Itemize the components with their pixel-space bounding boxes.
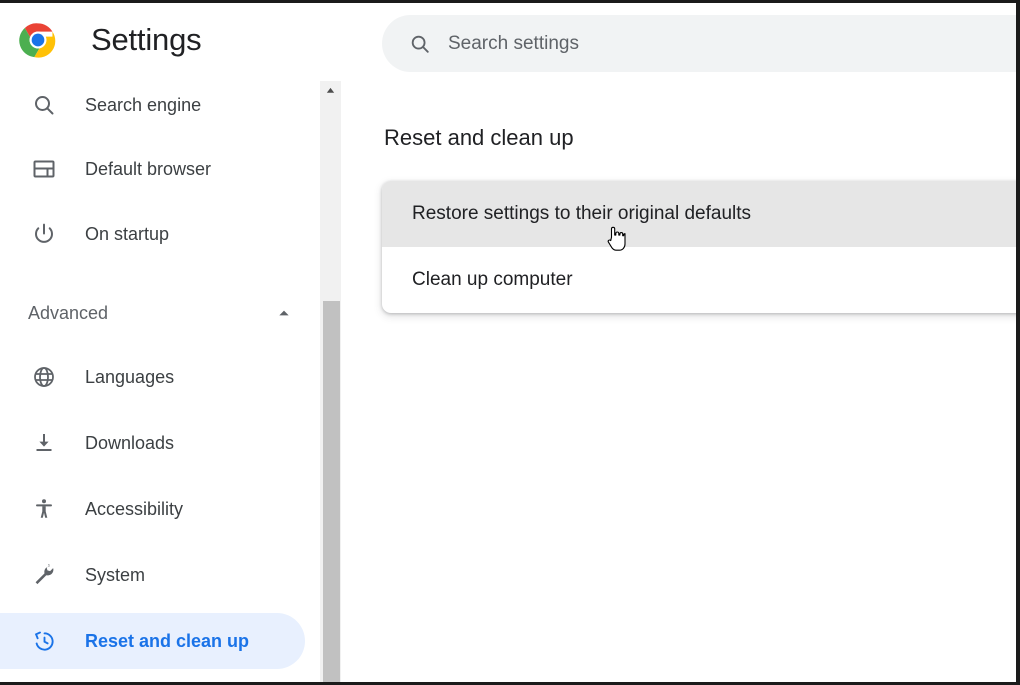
sidebar-item-system[interactable]: System bbox=[0, 547, 305, 603]
search-input[interactable] bbox=[448, 15, 1016, 72]
sidebar-item-downloads[interactable]: Downloads bbox=[0, 415, 305, 471]
brand-header: Settings bbox=[0, 3, 320, 77]
search-bar[interactable] bbox=[382, 15, 1016, 72]
globe-icon bbox=[31, 364, 57, 390]
search-icon bbox=[408, 32, 432, 56]
sidebar-item-accessibility[interactable]: Accessibility bbox=[0, 481, 305, 537]
section-heading: Reset and clean up bbox=[384, 125, 574, 150]
sidebar-item-search-engine[interactable]: Search engine bbox=[0, 77, 305, 133]
history-restore-icon bbox=[31, 628, 57, 654]
search-icon bbox=[31, 92, 57, 118]
sidebar-section-advanced[interactable]: Advanced bbox=[0, 288, 305, 338]
sidebar-item-label: Search engine bbox=[85, 94, 202, 115]
download-icon bbox=[31, 430, 57, 456]
chrome-logo-icon bbox=[18, 20, 58, 60]
power-icon bbox=[31, 221, 57, 247]
sidebar-item-label: Reset and clean up bbox=[85, 630, 250, 651]
sidebar-item-label: Languages bbox=[85, 366, 175, 387]
sidebar-item-languages[interactable]: Languages bbox=[0, 349, 305, 405]
page-title: Settings bbox=[91, 22, 202, 57]
chrome-settings-window: Settings Search engine Default browser O… bbox=[0, 0, 1020, 685]
sidebar-item-label: System bbox=[85, 564, 146, 585]
sidebar-item-label: Downloads bbox=[85, 432, 175, 453]
sidebar-item-default-browser[interactable]: Default browser bbox=[0, 141, 305, 197]
accessibility-icon bbox=[31, 496, 57, 522]
chevron-up-icon[interactable] bbox=[274, 303, 294, 323]
settings-sidebar: Settings Search engine Default browser O… bbox=[0, 3, 320, 682]
sidebar-item-label: On startup bbox=[85, 223, 170, 244]
sidebar-section-label: Advanced bbox=[28, 302, 109, 323]
wrench-icon bbox=[31, 562, 57, 588]
scroll-up-arrow-icon[interactable] bbox=[320, 81, 341, 99]
browser-window-icon bbox=[31, 156, 57, 182]
sidebar-item-reset-and-clean-up[interactable]: Reset and clean up bbox=[0, 613, 305, 669]
sidebar-item-on-startup[interactable]: On startup bbox=[0, 206, 305, 262]
row-clean-up-computer[interactable]: Clean up computer bbox=[382, 247, 1016, 313]
settings-main-panel: groovyPost.com Reset and clean up Restor… bbox=[342, 3, 1016, 682]
reset-options-card: Restore settings to their original defau… bbox=[382, 181, 1016, 313]
sidebar-item-label: Default browser bbox=[85, 158, 212, 179]
row-restore-settings[interactable]: Restore settings to their original defau… bbox=[382, 181, 1016, 247]
sidebar-item-label: Accessibility bbox=[85, 498, 184, 519]
row-label: Clean up computer bbox=[412, 269, 573, 290]
row-label: Restore settings to their original defau… bbox=[412, 203, 752, 224]
sidebar-scrollbar-thumb[interactable] bbox=[323, 301, 340, 682]
